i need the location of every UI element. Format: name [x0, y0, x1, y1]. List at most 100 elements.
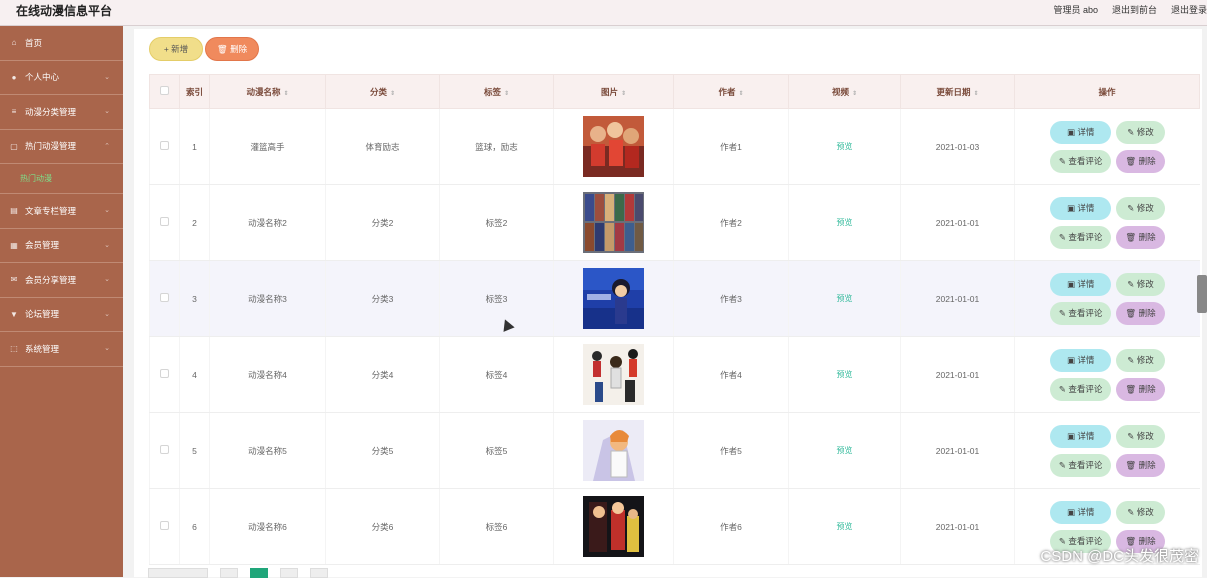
sort-icon[interactable]: ⇕	[852, 91, 857, 97]
main-content: + 新增 🗑 删除 索引 动漫名称 ⇕ 分类 ⇕ 标签 ⇕ 图片 ⇕ 作者 ⇕ 视频 ⇕	[123, 26, 1207, 577]
sidebar-item-label: 动漫分类管理	[25, 106, 77, 117]
detail-button[interactable]: ▣ 详情	[1049, 272, 1112, 296]
view-comments-button[interactable]: ✎ 查看评论	[1049, 225, 1112, 249]
cell-index: 1	[179, 108, 210, 185]
video-preview-link[interactable]: 预览	[837, 370, 853, 379]
sidebar-item-member-share-mgmt[interactable]: ✉ 会员分享管理 ⌄	[0, 263, 123, 298]
delete-button[interactable]: 🗑 删除	[1116, 149, 1165, 173]
detail-button[interactable]: ▣ 详情	[1049, 196, 1112, 220]
sidebar-item-label: 热门动漫管理	[25, 141, 77, 152]
select-all-cell[interactable]	[149, 74, 180, 109]
view-comments-button[interactable]: ✎ 查看评论	[1049, 301, 1112, 325]
video-preview-link[interactable]: 预览	[837, 218, 853, 227]
sidebar-item-article-mgmt[interactable]: ▤ 文章专栏管理 ⌄	[0, 194, 123, 229]
cell-index: 3	[179, 260, 210, 337]
cell-tags: 标签3	[439, 260, 554, 337]
cell-author: 作者1	[673, 108, 789, 185]
row-actions: ▣ 详情 ✎ 修改 ✎ 查看评论 🗑 删除	[1015, 120, 1200, 173]
cell-author: 作者5	[673, 412, 789, 489]
edit-button[interactable]: ✎ 修改	[1116, 196, 1165, 220]
edit-button[interactable]: ✎ 修改	[1116, 424, 1165, 448]
cell-category: 体育励志	[325, 108, 440, 185]
video-preview-link[interactable]: 预览	[837, 446, 853, 455]
col-category[interactable]: 分类 ⇕	[325, 74, 440, 109]
sort-icon[interactable]: ⇕	[621, 91, 626, 97]
col-name[interactable]: 动漫名称 ⇕	[209, 74, 326, 109]
detail-button[interactable]: ▣ 详情	[1049, 500, 1112, 524]
col-author[interactable]: 作者 ⇕	[673, 74, 789, 109]
edit-button[interactable]: ✎ 修改	[1116, 272, 1165, 296]
cell-tags: 标签5	[439, 412, 554, 489]
delete-button[interactable]: 🗑 删除	[1116, 301, 1165, 325]
sort-icon[interactable]: ⇕	[738, 91, 743, 97]
delete-button[interactable]: 🗑 删除	[1116, 225, 1165, 249]
detail-button[interactable]: ▣ 详情	[1049, 120, 1112, 144]
sidebar-item-system-mgmt[interactable]: ⬚ 系统管理 ⌄	[0, 332, 123, 367]
detail-button[interactable]: ▣ 详情	[1049, 348, 1112, 372]
batch-delete-button[interactable]: 🗑 删除	[205, 37, 259, 61]
cell-index: 5	[179, 412, 210, 489]
row-checkbox[interactable]	[160, 445, 169, 454]
edit-button[interactable]: ✎ 修改	[1116, 120, 1165, 144]
detail-button[interactable]: ▣ 详情	[1049, 424, 1112, 448]
video-preview-link[interactable]: 预览	[837, 522, 853, 531]
anime-thumbnail[interactable]	[583, 268, 644, 329]
sort-icon[interactable]: ⇕	[283, 91, 288, 97]
sidebar-item-label: 个人中心	[25, 72, 60, 83]
sidebar-item-category-mgmt[interactable]: ≡ 动漫分类管理 ⌄	[0, 95, 123, 130]
sidebar-item-hot-anime-mgmt[interactable]: ▢ 热门动漫管理 ⌃	[0, 130, 123, 164]
table-row: 2 动漫名称2 分类2 标签2 作者2 预览 2021-01-01 ▣ 详情 ✎…	[149, 184, 1200, 261]
anime-thumbnail[interactable]	[583, 192, 644, 253]
view-comments-button[interactable]: ✎ 查看评论	[1049, 149, 1112, 173]
select-all-checkbox[interactable]	[160, 86, 169, 95]
cell-name: 灌篮高手	[209, 108, 326, 185]
sidebar-item-member-mgmt[interactable]: ▦ 会员管理 ⌄	[0, 229, 123, 263]
sidebar-item-label: 会员管理	[25, 240, 60, 251]
delete-button[interactable]: 🗑 删除	[1116, 377, 1165, 401]
col-update-date[interactable]: 更新日期 ⇕	[900, 74, 1015, 109]
col-video[interactable]: 视频 ⇕	[788, 74, 901, 109]
row-checkbox[interactable]	[160, 217, 169, 226]
row-checkbox[interactable]	[160, 521, 169, 530]
row-checkbox[interactable]	[160, 293, 169, 302]
chevron-down-icon: ⌄	[104, 207, 110, 214]
video-preview-link[interactable]: 预览	[837, 294, 853, 303]
edit-button[interactable]: ✎ 修改	[1116, 348, 1165, 372]
sort-icon[interactable]: ⇕	[973, 91, 978, 97]
cell-index: 2	[179, 184, 210, 261]
sidebar-item-home[interactable]: ⌂ 首页	[0, 26, 123, 61]
back-to-frontend-link[interactable]: 退出到前台	[1112, 3, 1157, 16]
row-actions: ▣ 详情 ✎ 修改 ✎ 查看评论 🗑 删除	[1015, 424, 1200, 477]
sidebar-subitem-hot-anime[interactable]: 热门动漫	[0, 164, 123, 194]
user-icon: ●	[11, 72, 17, 82]
anime-thumbnail[interactable]	[583, 116, 644, 177]
video-preview-link[interactable]: 预览	[837, 142, 853, 151]
row-checkbox[interactable]	[160, 369, 169, 378]
cell-category: 分类4	[325, 336, 440, 413]
view-comments-button[interactable]: ✎ 查看评论	[1049, 453, 1112, 477]
sidebar-item-forum-mgmt[interactable]: ▼ 论坛管理 ⌄	[0, 298, 123, 332]
cell-date: 2021-01-01	[900, 260, 1015, 337]
article-icon: ▤	[10, 206, 18, 216]
anime-thumbnail[interactable]	[583, 420, 644, 481]
chevron-down-icon: ⌄	[104, 345, 110, 352]
chevron-down-icon: ⌄	[104, 276, 110, 283]
add-button[interactable]: + 新增	[149, 37, 203, 61]
sort-icon[interactable]: ⇕	[390, 91, 395, 97]
logout-link[interactable]: 退出登录	[1171, 3, 1207, 16]
delete-button[interactable]: 🗑 删除	[1116, 453, 1165, 477]
col-image[interactable]: 图片 ⇕	[553, 74, 674, 109]
anime-thumbnail[interactable]	[583, 344, 644, 405]
scrollbar-thumb[interactable]	[1197, 275, 1207, 313]
cell-tags: 标签4	[439, 336, 554, 413]
edit-button[interactable]: ✎ 修改	[1116, 500, 1165, 524]
col-tags[interactable]: 标签 ⇕	[439, 74, 554, 109]
view-comments-button[interactable]: ✎ 查看评论	[1049, 377, 1112, 401]
sidebar-item-profile[interactable]: ● 个人中心 ⌄	[0, 61, 123, 95]
sort-icon[interactable]: ⇕	[504, 91, 509, 97]
chevron-down-icon: ⌄	[104, 73, 110, 81]
table-row: 5 动漫名称5 分类5 标签5 作者5 预览 2021-01-01 ▣ 详情 ✎…	[149, 412, 1200, 489]
sidebar-item-label: 系统管理	[25, 343, 60, 354]
row-checkbox[interactable]	[160, 141, 169, 150]
anime-thumbnail[interactable]	[583, 496, 644, 557]
